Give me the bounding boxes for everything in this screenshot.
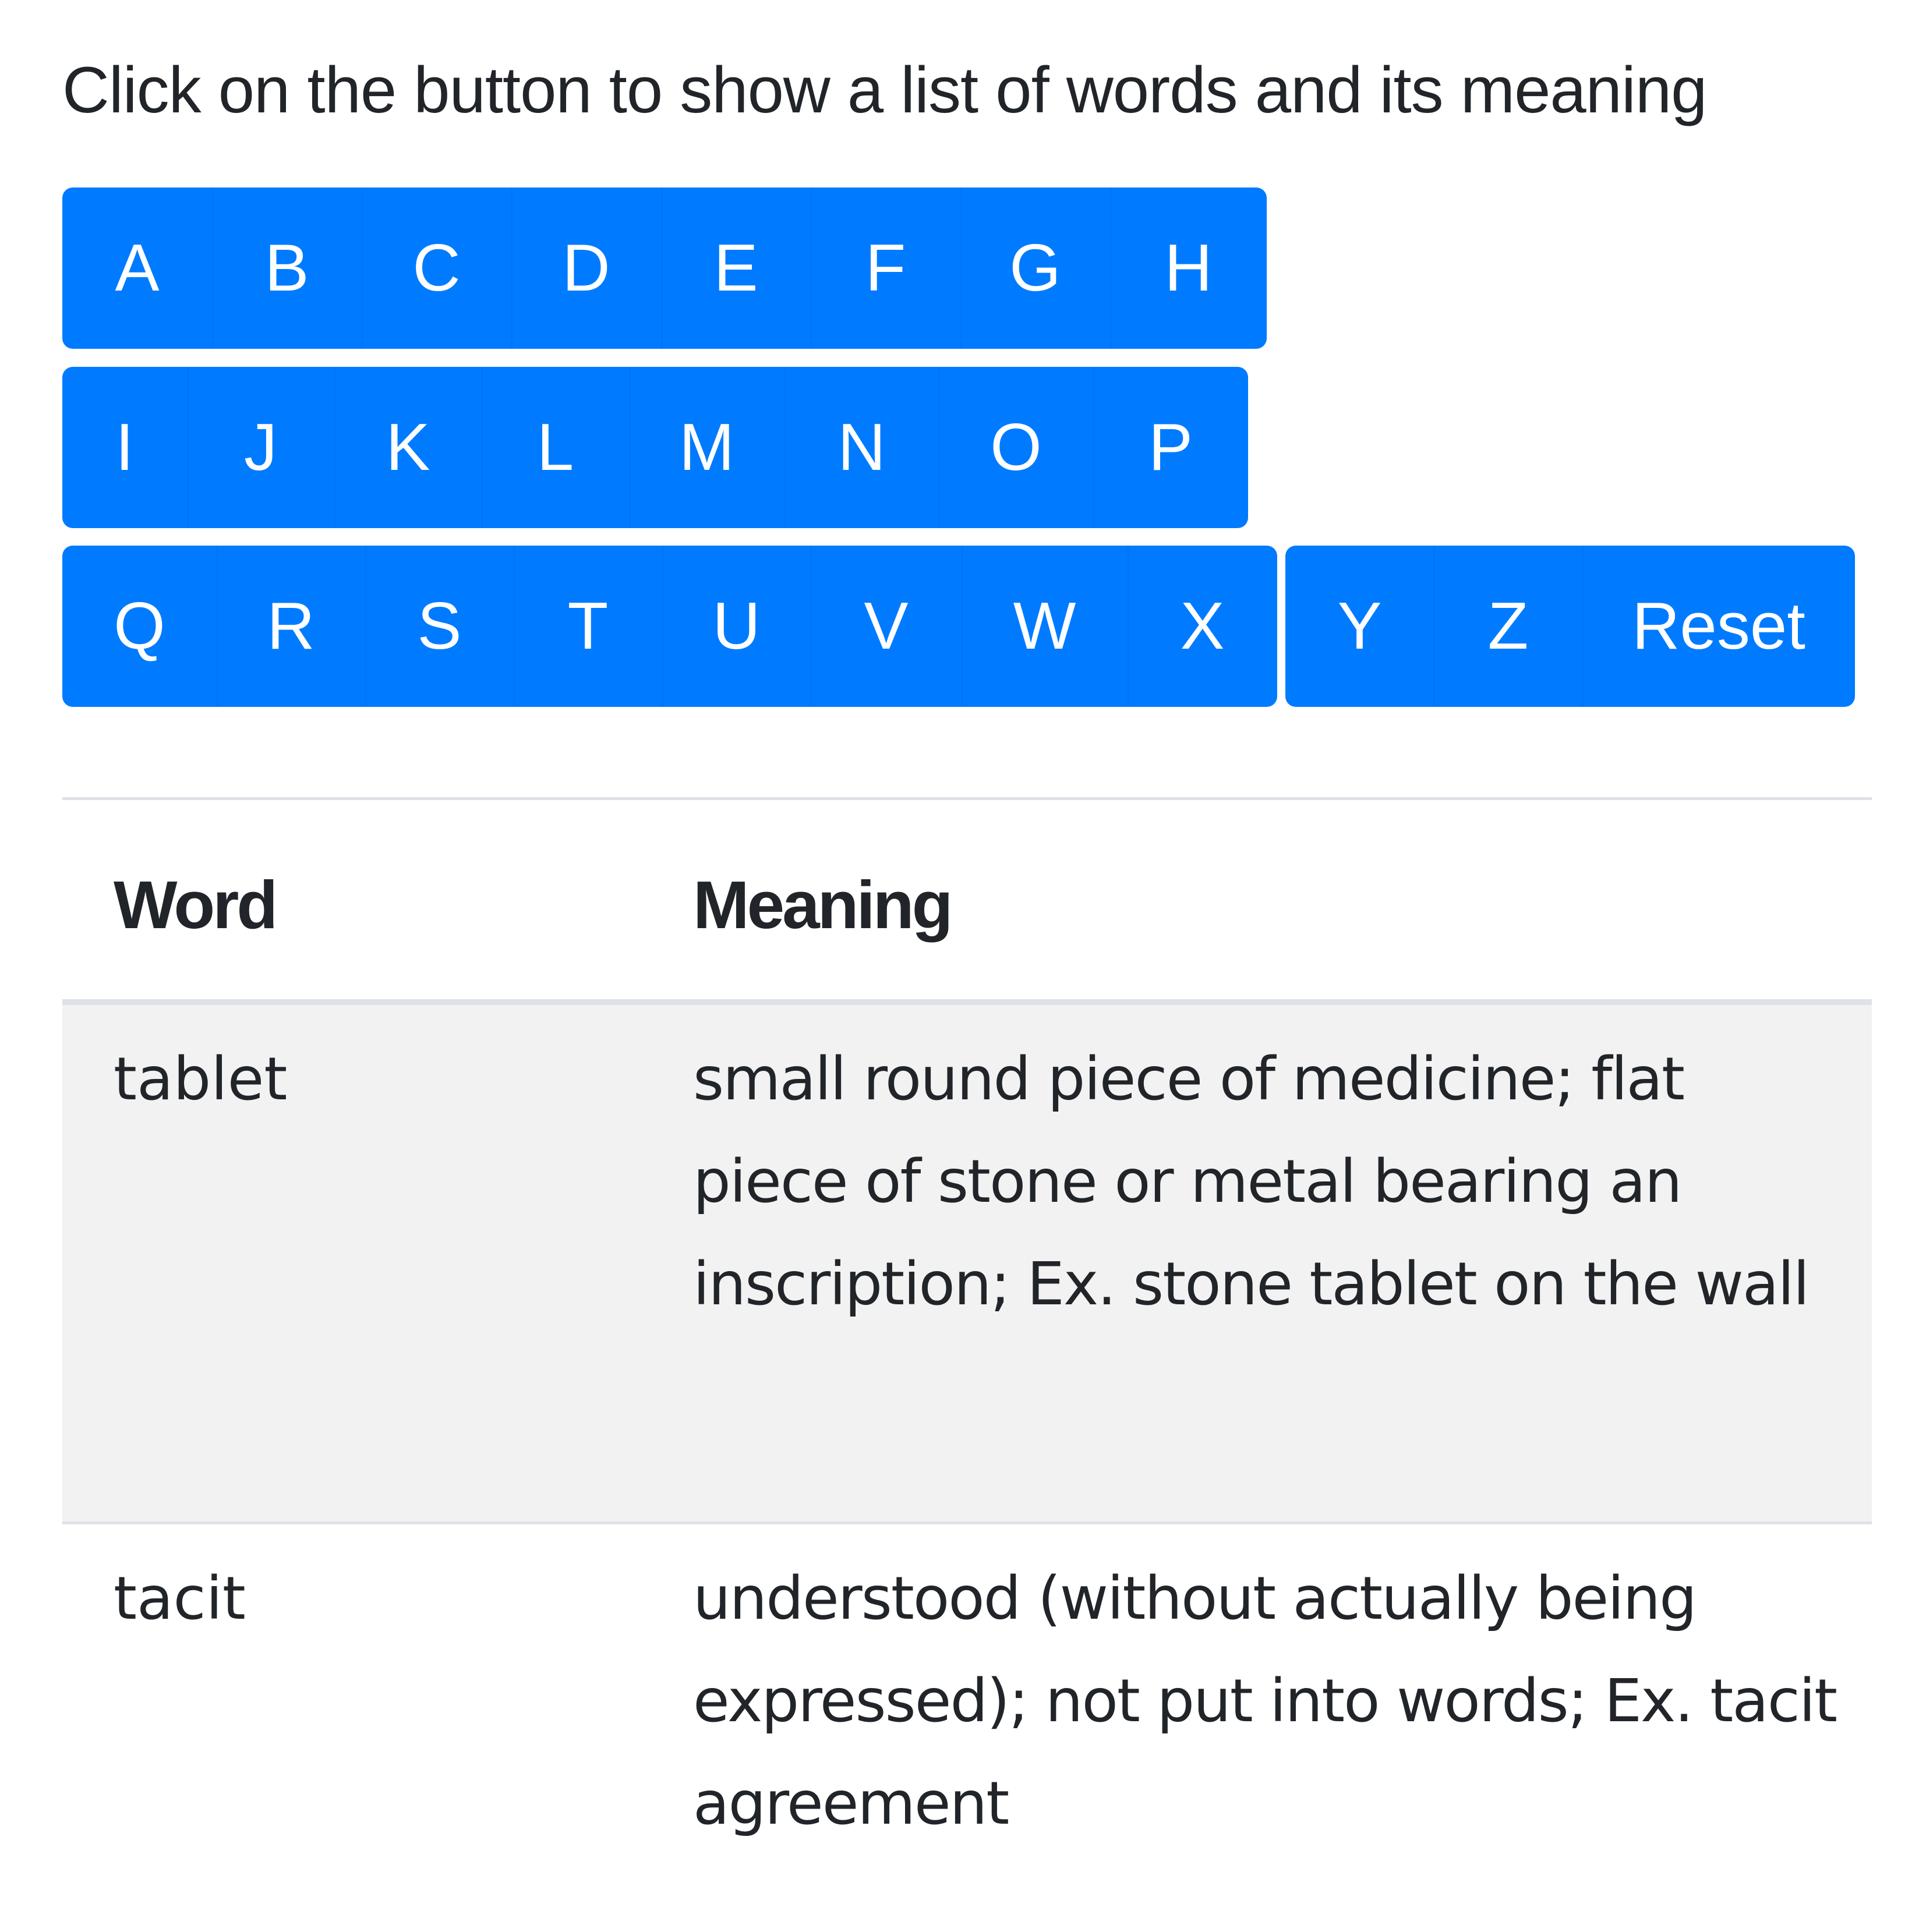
- letter-button-z[interactable]: Z: [1434, 546, 1582, 707]
- letter-button-e[interactable]: E: [661, 187, 811, 349]
- letter-button-x[interactable]: X: [1128, 546, 1277, 707]
- word-cell: tacit: [114, 1564, 246, 1633]
- letter-button-q[interactable]: Q: [62, 546, 217, 707]
- letter-button-p[interactable]: P: [1093, 367, 1248, 528]
- reset-button[interactable]: Reset: [1582, 546, 1855, 707]
- letter-button-h[interactable]: H: [1110, 187, 1267, 349]
- letter-button-s[interactable]: S: [365, 546, 514, 707]
- column-header-word: Word: [114, 867, 278, 943]
- letter-button-k[interactable]: K: [334, 367, 482, 528]
- page-title: Click on the button to show a list of wo…: [62, 54, 1707, 126]
- letter-button-group-a-h: A B C D E F G H: [62, 187, 1267, 349]
- letter-button-m[interactable]: M: [629, 367, 784, 528]
- letter-button-u[interactable]: U: [662, 546, 811, 707]
- letter-button-y[interactable]: Y: [1285, 546, 1434, 707]
- column-header-meaning: Meaning: [693, 867, 953, 943]
- table-header: Word Meaning: [62, 797, 1872, 1005]
- letter-button-c[interactable]: C: [362, 187, 511, 349]
- word-cell: tablet: [114, 1045, 288, 1114]
- letter-button-t[interactable]: T: [514, 546, 662, 707]
- letter-button-n[interactable]: N: [784, 367, 939, 528]
- letter-button-r[interactable]: R: [217, 546, 365, 707]
- letter-button-w[interactable]: W: [962, 546, 1128, 707]
- letter-button-group-i-p: I J K L M N O P: [62, 367, 1248, 528]
- word-meaning-table: Word Meaning tablet small round piece of…: [62, 797, 1872, 1932]
- table-row: tablet small round piece of medicine; fl…: [62, 1005, 1872, 1524]
- letter-button-g[interactable]: G: [960, 187, 1110, 349]
- meaning-cell: small round piece of medicine; flat piec…: [693, 1045, 1810, 1319]
- letter-button-f[interactable]: F: [811, 187, 960, 349]
- letter-button-b[interactable]: B: [212, 187, 362, 349]
- letter-button-a[interactable]: A: [62, 187, 212, 349]
- letter-button-l[interactable]: L: [482, 367, 629, 528]
- letter-button-o[interactable]: O: [939, 367, 1093, 528]
- letter-button-j[interactable]: J: [187, 367, 334, 528]
- letter-button-group-q-x: Q R S T U V W X: [62, 546, 1277, 707]
- letter-button-d[interactable]: D: [511, 187, 661, 349]
- table-row: tacit understood (without actually being…: [62, 1524, 1872, 1932]
- letter-button-group-y-z-reset: Y Z Reset: [1285, 546, 1855, 707]
- letter-button-v[interactable]: V: [811, 546, 962, 707]
- letter-button-i[interactable]: I: [62, 367, 187, 528]
- meaning-cell: understood (without actually being expre…: [693, 1564, 1837, 1838]
